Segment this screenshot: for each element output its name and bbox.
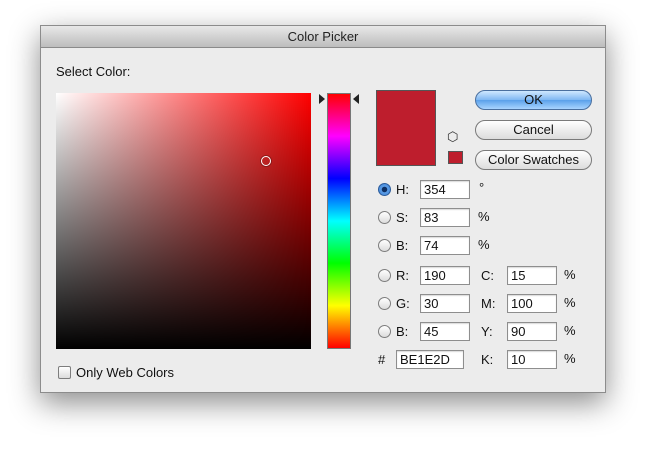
color-swatches-button[interactable]: Color Swatches [475, 150, 592, 170]
green-input[interactable]: 30 [420, 294, 470, 313]
magenta-input[interactable]: 100 [507, 294, 557, 313]
only-web-colors-label[interactable]: Only Web Colors [76, 365, 174, 380]
radio-hue[interactable] [378, 183, 391, 196]
hue-slider-left-arrow-icon[interactable] [319, 94, 325, 104]
hue-slider-right-arrow-icon[interactable] [353, 94, 359, 104]
yellow-input[interactable]: 90 [507, 322, 557, 341]
cancel-button[interactable]: Cancel [475, 120, 592, 140]
magenta-unit: % [564, 295, 576, 310]
previous-color-swatch[interactable] [448, 151, 463, 164]
radio-green[interactable] [378, 297, 391, 310]
hex-input[interactable]: BE1E2D [396, 350, 464, 369]
out-of-gamut-cube-icon[interactable]: ⬡ [447, 130, 458, 144]
red-input[interactable]: 190 [420, 266, 470, 285]
black-label: K: [481, 352, 494, 367]
hex-label: # [378, 352, 386, 367]
only-web-colors-checkbox[interactable] [58, 366, 71, 379]
brightness-unit: % [478, 237, 490, 252]
blue-label: B: [396, 324, 409, 339]
ok-button[interactable]: OK [475, 90, 592, 110]
color-field-marker[interactable] [261, 156, 271, 166]
radio-red[interactable] [378, 269, 391, 282]
saturation-unit: % [478, 209, 490, 224]
current-color-swatch [376, 90, 436, 166]
radio-blue[interactable] [378, 325, 391, 338]
yellow-label: Y: [481, 324, 493, 339]
blue-input[interactable]: 45 [420, 322, 470, 341]
black-unit: % [564, 351, 576, 366]
red-label: R: [396, 268, 409, 283]
black-input[interactable]: 10 [507, 350, 557, 369]
cyan-input[interactable]: 15 [507, 266, 557, 285]
magenta-label: M: [481, 296, 496, 311]
window-title: Color Picker [41, 26, 605, 48]
cyan-label: C: [481, 268, 494, 283]
brightness-input[interactable]: 74 [420, 236, 470, 255]
green-label: G: [396, 296, 410, 311]
select-color-label: Select Color: [56, 64, 131, 79]
brightness-label: B: [396, 238, 409, 253]
hue-slider[interactable] [327, 93, 351, 349]
hue-input[interactable]: 354 [420, 180, 470, 199]
saturation-label: S: [396, 210, 409, 225]
color-picker-dialog: Color Picker Select Color: ⬡ OK Cancel C… [40, 25, 606, 393]
radio-saturation[interactable] [378, 211, 391, 224]
color-field[interactable] [56, 93, 311, 349]
yellow-unit: % [564, 323, 576, 338]
hue-label: H: [396, 182, 409, 197]
cyan-unit: % [564, 267, 576, 282]
radio-brightness[interactable] [378, 239, 391, 252]
saturation-input[interactable]: 83 [420, 208, 470, 227]
hue-unit: ° [479, 180, 485, 195]
